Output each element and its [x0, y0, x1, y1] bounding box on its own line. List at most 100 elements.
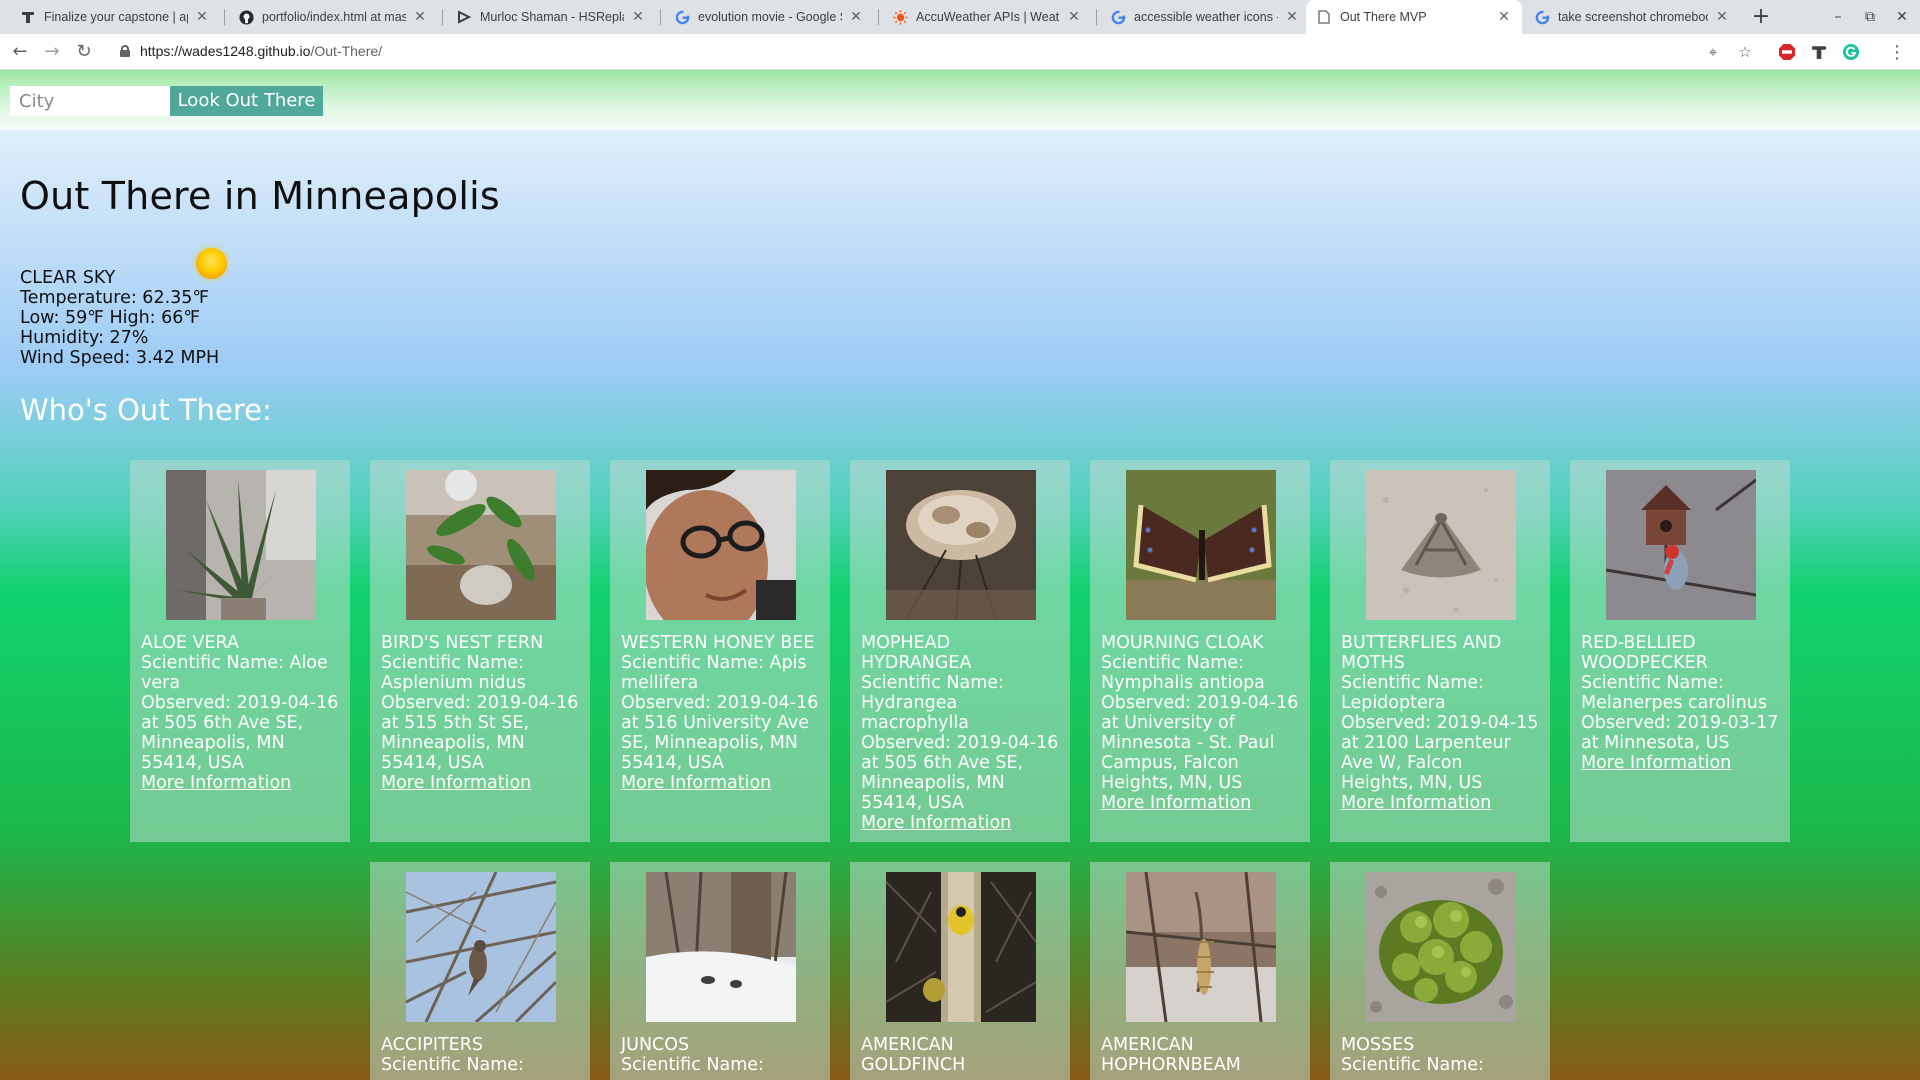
organism-common-name: RED-BELLIED WOODPECKER [1581, 633, 1708, 673]
tab-separator [224, 9, 225, 25]
url-text: https://wades1248.github.io/Out-There/ [140, 43, 383, 59]
tab-close-icon[interactable]: ✕ [194, 9, 210, 25]
tab-separator [1096, 9, 1097, 25]
tab-title: take screenshot chromebook [1558, 10, 1708, 24]
organism-scientific-name: Scientific Name: Melanerpes carolinus [1581, 673, 1767, 713]
adblock-icon[interactable] [1776, 41, 1798, 63]
minimize-icon[interactable]: – [1822, 0, 1854, 34]
more-information-link[interactable]: More Information [861, 813, 1011, 833]
tab-close-icon[interactable]: ✕ [1714, 9, 1730, 25]
tab-title: evolution movie - Google Se [698, 10, 842, 24]
organism-scientific-name: Scientific Name: Nymphalis antiopa [1101, 653, 1265, 693]
organism-card: MOURNING CLOAK Scientific Name: Nymphali… [1090, 460, 1310, 842]
reload-icon[interactable]: ↻ [72, 40, 96, 64]
more-information-link[interactable]: More Information [1581, 753, 1731, 773]
browser-tab[interactable]: portfolio/index.html at mast ✕ [228, 0, 438, 34]
menu-kebab-icon[interactable]: ⋮ [1886, 41, 1908, 63]
address-bar[interactable]: https://wades1248.github.io/Out-There/ [108, 38, 1788, 66]
organism-common-name: MOURNING CLOAK [1101, 633, 1264, 653]
back-icon[interactable]: ← [8, 40, 32, 64]
organism-card: WESTERN HONEY BEE Scientific Name: Apis … [610, 460, 830, 842]
tab-title: AccuWeather APIs | Weathe [916, 10, 1060, 24]
organism-scientific-name: Scientific Name: [1341, 1055, 1484, 1075]
grammarly-icon[interactable] [1840, 41, 1862, 63]
thinkful-icon [20, 9, 36, 25]
organism-scientific-name: Scientific Name: [381, 1055, 524, 1075]
look-out-there-button[interactable]: Look Out There [170, 86, 323, 116]
browser-tab[interactable]: AccuWeather APIs | Weathe ✕ [882, 0, 1092, 34]
western-honey-bee-photo [645, 470, 796, 620]
organism-observation: Observed: 2019-04-16 at University of Mi… [1101, 693, 1299, 793]
tab-title: Finalize your capstone | api- [44, 10, 188, 24]
bookmark-star-icon[interactable]: ☆ [1734, 41, 1756, 63]
organism-common-name: JUNCOS [621, 1035, 690, 1055]
organism-card: BUTTERFLIES AND MOTHS Scientific Name: L… [1330, 460, 1550, 842]
tab-close-icon[interactable]: ✕ [1496, 9, 1512, 25]
organism-card: MOSSES Scientific Name: [1330, 862, 1550, 1080]
location-icon[interactable]: ⌖ [1702, 41, 1724, 63]
tab-title: accessible weather icons - G [1134, 10, 1278, 24]
tab-separator [442, 9, 443, 25]
tab-close-icon[interactable]: ✕ [630, 9, 646, 25]
city-input[interactable] [10, 86, 170, 116]
restore-icon[interactable]: ⧉ [1854, 0, 1886, 34]
organism-common-name: BIRD'S NEST FERN [381, 633, 544, 653]
browser-toolbar: ← → ↻ https://wades1248.github.io/Out-Th… [0, 34, 1920, 70]
tab-separator [878, 9, 879, 25]
organism-scientific-name: Scientific Name: Asplenium nidus [381, 653, 526, 693]
weather-humidity: Humidity: 27% [20, 328, 149, 348]
web-page: Look Out There Out There in Minneapolis … [0, 70, 1920, 1080]
close-window-icon[interactable]: ✕ [1886, 0, 1918, 34]
thinkful-extension-icon[interactable] [1808, 41, 1830, 63]
organism-observation: Observed: 2019-04-15 at 2100 Larpenteur … [1341, 713, 1539, 793]
more-information-link[interactable]: More Information [1341, 793, 1491, 813]
browser-tab-active[interactable]: Out There MVP ✕ [1306, 0, 1522, 34]
organism-common-name: ACCIPITERS [381, 1035, 483, 1055]
organism-scientific-name: Scientific Name: Aloe vera [141, 653, 328, 693]
more-information-link[interactable]: More Information [621, 773, 771, 793]
google-icon [674, 9, 690, 25]
organism-scientific-name: Scientific Name: Lepidoptera [1341, 673, 1484, 713]
moth-photo [1365, 470, 1516, 620]
organism-scientific-name: Scientific Name: Apis mellifera [621, 653, 807, 693]
new-tab-icon[interactable]: + [1748, 4, 1774, 30]
google-icon [1534, 9, 1550, 25]
browser-tab[interactable]: evolution movie - Google Se ✕ [664, 0, 874, 34]
woodpecker-photo [1605, 470, 1756, 620]
lock-icon [120, 45, 130, 57]
organism-card: ACCIPITERS Scientific Name: [370, 862, 590, 1080]
more-information-link[interactable]: More Information [1101, 793, 1251, 813]
goldfinch-photo [885, 872, 1036, 1022]
browser-tab[interactable]: Finalize your capstone | api- ✕ [10, 0, 220, 34]
search-header: Look Out There [0, 70, 1920, 130]
organism-common-name: ALOE VERA [141, 633, 239, 653]
aloe-vera-photo [165, 470, 316, 620]
juncos-photo [645, 872, 796, 1022]
tab-close-icon[interactable]: ✕ [1066, 9, 1082, 25]
browser-tab[interactable]: take screenshot chromebook ✕ [1524, 0, 1740, 34]
forward-icon[interactable]: → [40, 40, 64, 64]
tab-close-icon[interactable]: ✕ [412, 9, 428, 25]
more-information-link[interactable]: More Information [141, 773, 291, 793]
mourning-cloak-photo [1125, 470, 1276, 620]
hawk-photo [405, 872, 556, 1022]
organism-common-name: AMERICAN GOLDFINCH [861, 1035, 966, 1075]
moss-photo [1365, 872, 1516, 1022]
organism-observation: Observed: 2019-04-16 at 505 6th Ave SE, … [861, 733, 1059, 813]
page-icon [1316, 9, 1332, 25]
weather-wind-speed: Wind Speed: 3.42 MPH [20, 348, 220, 368]
organism-card: ALOE VERA Scientific Name: Aloe vera Obs… [130, 460, 350, 842]
browser-tab[interactable]: accessible weather icons - G ✕ [1100, 0, 1310, 34]
github-icon [238, 9, 254, 25]
tab-title: portfolio/index.html at mast [262, 10, 406, 24]
tab-close-icon[interactable]: ✕ [848, 9, 864, 25]
browser-tab[interactable]: Murloc Shaman - HSReplay. ✕ [446, 0, 656, 34]
tab-close-icon[interactable]: ✕ [1284, 9, 1300, 25]
more-information-link[interactable]: More Information [381, 773, 531, 793]
birds-nest-fern-photo [405, 470, 556, 620]
organism-observation: Observed: 2019-03-17 at Minnesota, US [1581, 713, 1779, 753]
weather-temperature: Temperature: 62.35℉ [20, 288, 210, 308]
hsreplay-icon [456, 9, 472, 25]
organism-common-name: WESTERN HONEY BEE [621, 633, 815, 653]
weather-low-high: Low: 59℉ High: 66℉ [20, 308, 201, 328]
